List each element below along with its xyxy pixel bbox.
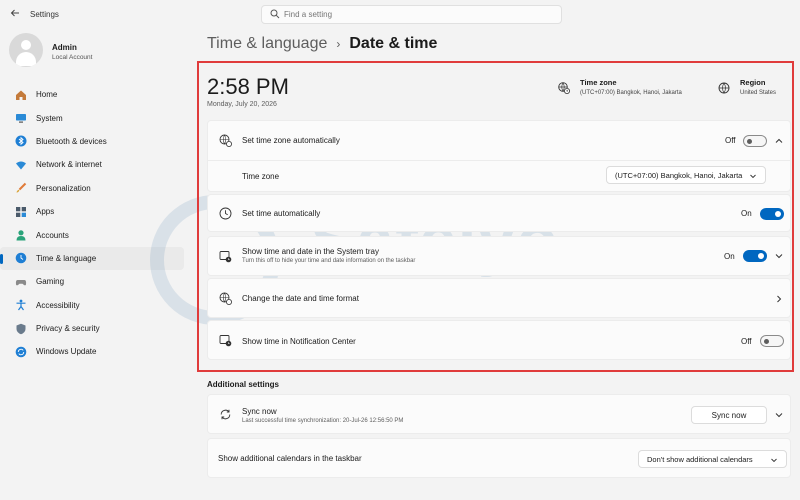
back-arrow-icon[interactable] <box>8 8 22 22</box>
title-bar: Settings <box>0 0 800 30</box>
sidebar-item-bluetooth[interactable]: Bluetooth & devices <box>0 130 184 153</box>
sync-now-label: Sync now <box>711 410 747 420</box>
calendars-card: Show additional calendars in the taskbar… <box>207 438 791 478</box>
sidebar-item-time-language[interactable]: Time & language <box>0 246 184 271</box>
sidebar-item-accounts[interactable]: Accounts <box>0 223 184 246</box>
gaming-icon <box>15 276 27 288</box>
sidebar-item-label: Apps <box>36 207 55 217</box>
breadcrumb-parent[interactable]: Time & language <box>207 35 327 53</box>
time-language-icon <box>15 252 27 264</box>
sidebar-item-label: Network & internet <box>36 160 102 170</box>
avatar[interactable] <box>9 33 43 67</box>
sidebar-item-privacy[interactable]: Privacy & security <box>0 317 184 340</box>
bluetooth-icon <box>15 135 27 147</box>
sidebar-item-label: Personalization <box>36 183 91 193</box>
user-name: Admin <box>52 43 77 52</box>
sidebar-item-label: Bluetooth & devices <box>36 136 107 146</box>
brush-icon <box>15 182 27 194</box>
sync-title: Sync now <box>242 407 277 416</box>
sidebar-item-label: System <box>36 113 63 123</box>
system-icon <box>15 112 27 124</box>
sidebar-item-gaming[interactable]: Gaming <box>0 270 184 293</box>
user-account-type: Local Account <box>52 54 93 61</box>
sidebar-item-label: Windows Update <box>36 347 97 357</box>
network-icon <box>15 159 27 171</box>
shield-icon <box>15 323 27 335</box>
highlight-frame <box>197 61 794 372</box>
accessibility-icon <box>15 299 27 311</box>
apps-icon <box>15 206 27 218</box>
sidebar-item-label: Accessibility <box>36 300 80 310</box>
page-title: Date & time <box>349 35 438 52</box>
update-icon <box>15 346 27 358</box>
sync-icon <box>219 408 232 421</box>
chevron-down-icon <box>770 456 778 464</box>
calendars-dropdown-value: Don't show additional calendars <box>647 454 753 464</box>
app-title: Settings <box>30 10 59 19</box>
sync-subtitle: Last successful time synchronization: 20… <box>242 418 404 424</box>
sidebar-item-label: Privacy & security <box>36 324 100 334</box>
sidebar-nav: Home System Bluetooth & devices Network … <box>0 83 190 364</box>
calendars-dropdown[interactable]: Don't show additional calendars <box>638 450 787 468</box>
sidebar-item-label: Gaming <box>36 277 65 287</box>
sidebar-item-system[interactable]: System <box>0 106 184 129</box>
sidebar-item-windows-update[interactable]: Windows Update <box>0 340 184 363</box>
search-box[interactable] <box>261 5 562 24</box>
sidebar-item-home[interactable]: Home <box>0 83 184 106</box>
sidebar-item-label: Time & language <box>36 253 97 263</box>
calendars-title: Show additional calendars in the taskbar <box>218 454 362 463</box>
breadcrumb: Time & language › Date & time <box>207 35 437 53</box>
sidebar-item-apps[interactable]: Apps <box>0 200 184 223</box>
sync-card: Sync now Last successful time synchroniz… <box>207 394 791 434</box>
sidebar-item-personalization[interactable]: Personalization <box>0 177 184 200</box>
home-icon <box>15 89 27 101</box>
sidebar-item-label: Home <box>36 90 58 100</box>
accounts-icon <box>15 229 27 241</box>
sidebar-item-label: Accounts <box>36 230 69 240</box>
search-icon <box>270 9 282 21</box>
additional-settings-heading: Additional settings <box>207 380 279 389</box>
avatar-head <box>21 40 31 50</box>
chevron-down-icon[interactable] <box>774 410 784 420</box>
search-input[interactable] <box>284 8 544 21</box>
sync-now-button[interactable]: Sync now <box>691 406 767 424</box>
breadcrumb-separator: › <box>336 37 341 51</box>
sidebar-item-accessibility[interactable]: Accessibility <box>0 294 184 317</box>
sidebar-item-network[interactable]: Network & internet <box>0 153 184 176</box>
avatar-body <box>16 52 36 66</box>
